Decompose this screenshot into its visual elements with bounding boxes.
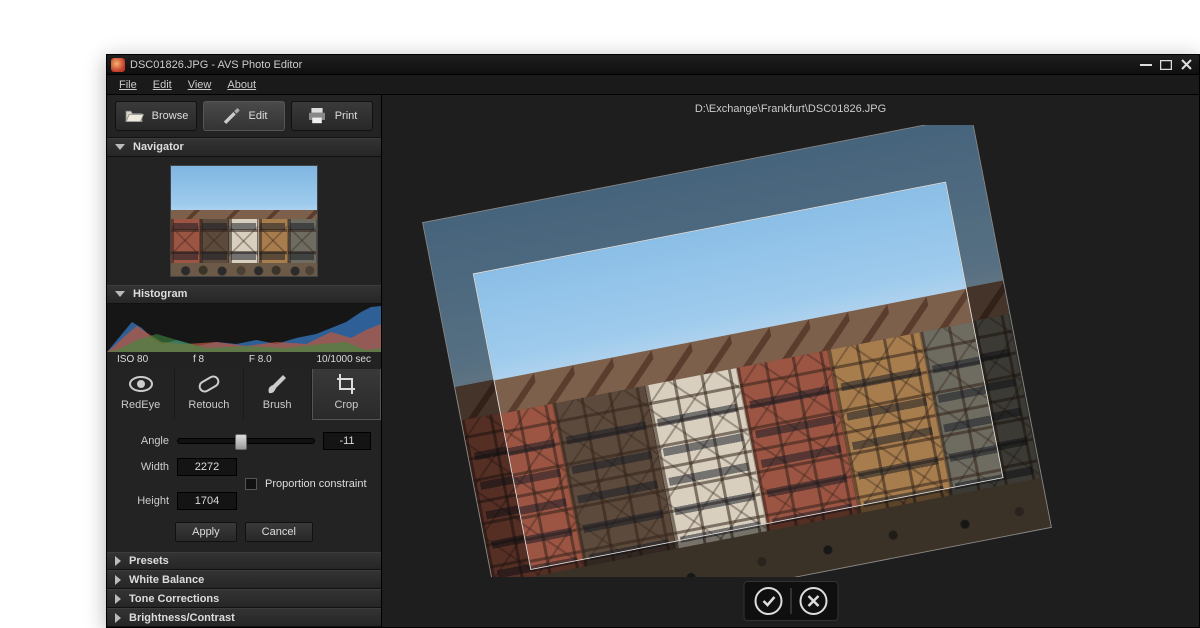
angle-label: Angle: [117, 435, 169, 447]
hist-flong: F 8.0: [249, 354, 272, 365]
confirm-bar: [743, 581, 838, 621]
tool-row: RedEye Retouch Brush: [107, 364, 381, 420]
app-icon: [111, 58, 125, 72]
section-navigator-label: Navigator: [133, 141, 184, 153]
edit-label: Edit: [249, 110, 268, 122]
paintbrush-icon: [265, 373, 289, 395]
app-window: DSC01826.JPG - AVS Photo Editor File Edi…: [106, 54, 1200, 628]
tool-brush[interactable]: Brush: [244, 364, 312, 420]
navigator-thumbnail[interactable]: [170, 165, 318, 277]
proportion-label: Proportion constraint: [265, 478, 367, 490]
menubar: File Edit View About: [107, 75, 1199, 95]
angle-value[interactable]: -11: [323, 432, 371, 450]
maximize-icon: [1160, 60, 1172, 70]
edit-button[interactable]: Edit: [203, 101, 285, 131]
width-field[interactable]: 2272: [177, 458, 237, 476]
section-white-balance-head[interactable]: White Balance: [107, 570, 381, 589]
height-field[interactable]: 1704: [177, 492, 237, 510]
section-white-balance-label: White Balance: [129, 574, 204, 586]
brush-pen-icon: [221, 108, 241, 124]
chevron-right-icon: [115, 575, 121, 585]
histogram-panel: ISO 80 f 8 F 8.0 10/1000 sec: [107, 304, 381, 364]
width-label: Width: [117, 461, 169, 473]
filepath-readout: D:\Exchange\Frankfurt\DSC01826.JPG: [382, 103, 1199, 115]
browse-label: Browse: [152, 110, 189, 122]
close-button[interactable]: [1177, 58, 1195, 72]
proportion-checkbox[interactable]: [245, 478, 257, 490]
chevron-right-icon: [115, 556, 121, 566]
section-presets-label: Presets: [129, 555, 169, 567]
chevron-down-icon: [115, 291, 125, 297]
crop-controls: Angle -11 Width 2272 Proportion constrai…: [107, 420, 381, 552]
section-brightness-contrast-label: Brightness/Contrast: [129, 612, 235, 624]
apply-button[interactable]: Apply: [175, 522, 237, 542]
section-tone-corrections-label: Tone Corrections: [129, 593, 219, 605]
folder-open-icon: [124, 108, 144, 124]
tool-redeye-label: RedEye: [121, 399, 160, 411]
eye-icon: [129, 373, 153, 395]
canvas: D:\Exchange\Frankfurt\DSC01826.JPG: [382, 95, 1199, 627]
section-navigator-head[interactable]: Navigator: [107, 138, 381, 157]
title-filename: DSC01826.JPG: [130, 59, 208, 71]
sidebar: Browse Edit Print: [107, 95, 382, 627]
height-label: Height: [117, 495, 169, 507]
tool-retouch-label: Retouch: [188, 399, 229, 411]
menu-view[interactable]: View: [182, 77, 218, 93]
chevron-down-icon: [115, 144, 125, 150]
chevron-right-icon: [115, 613, 121, 623]
bandage-icon: [197, 373, 221, 395]
x-circle-icon: [806, 594, 820, 608]
minimize-button[interactable]: [1137, 58, 1155, 72]
chevron-right-icon: [115, 594, 121, 604]
divider: [790, 588, 791, 614]
minimize-icon: [1140, 63, 1152, 66]
section-brightness-contrast-head[interactable]: Brightness/Contrast: [107, 608, 381, 627]
angle-slider[interactable]: [177, 438, 315, 444]
close-icon: [1181, 59, 1192, 70]
printer-icon: [307, 108, 327, 124]
crop-icon: [334, 373, 358, 395]
reject-button[interactable]: [799, 587, 827, 615]
navigator-panel: [107, 157, 381, 285]
section-tone-corrections-head[interactable]: Tone Corrections: [107, 589, 381, 608]
histogram-readout: ISO 80 f 8 F 8.0 10/1000 sec: [107, 352, 381, 369]
browse-button[interactable]: Browse: [115, 101, 197, 131]
section-presets-head[interactable]: Presets: [107, 552, 381, 571]
hist-shutter: 10/1000 sec: [317, 354, 372, 365]
print-label: Print: [335, 110, 358, 122]
canvas-area[interactable]: [382, 125, 1199, 577]
section-histogram-label: Histogram: [133, 288, 187, 300]
mode-toolbar: Browse Edit Print: [107, 95, 381, 138]
menu-about[interactable]: About: [221, 77, 262, 93]
window-title: DSC01826.JPG - AVS Photo Editor: [130, 59, 1137, 71]
tool-redeye[interactable]: RedEye: [107, 364, 175, 420]
title-app: AVS Photo Editor: [217, 59, 302, 71]
slider-knob[interactable]: [235, 434, 247, 450]
section-histogram-head[interactable]: Histogram: [107, 285, 381, 304]
rotated-image-frame[interactable]: [422, 125, 1052, 577]
maximize-button[interactable]: [1157, 58, 1175, 72]
accept-button[interactable]: [754, 587, 782, 615]
titlebar: DSC01826.JPG - AVS Photo Editor: [107, 55, 1199, 75]
tool-brush-label: Brush: [263, 399, 292, 411]
tool-crop[interactable]: Crop: [312, 364, 381, 420]
check-circle-icon: [760, 593, 776, 609]
tool-retouch[interactable]: Retouch: [175, 364, 243, 420]
hist-iso: ISO 80: [117, 354, 148, 365]
cancel-button[interactable]: Cancel: [245, 522, 313, 542]
histogram-graph: [107, 304, 381, 352]
menu-edit[interactable]: Edit: [147, 77, 178, 93]
hist-fshort: f 8: [193, 354, 204, 365]
menu-file[interactable]: File: [113, 77, 143, 93]
tool-crop-label: Crop: [334, 399, 358, 411]
print-button[interactable]: Print: [291, 101, 373, 131]
